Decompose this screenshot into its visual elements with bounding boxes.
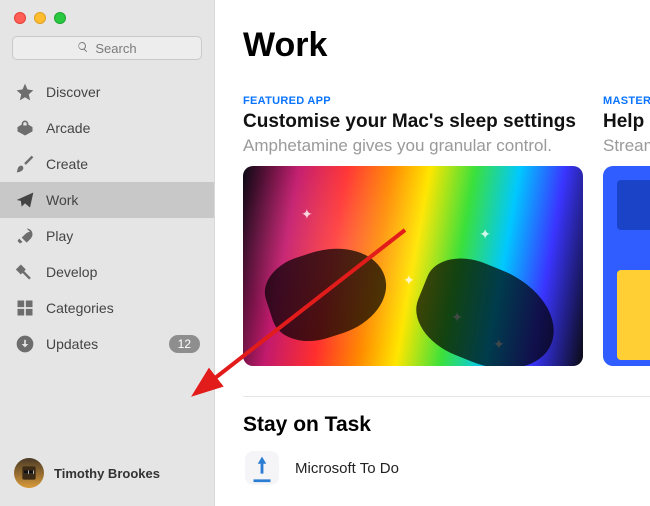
minimize-window-button[interactable] [34, 12, 46, 24]
app-icon [243, 449, 281, 487]
download-icon [14, 334, 36, 354]
sidebar-item-updates[interactable]: Updates 12 [0, 326, 214, 362]
featured-card[interactable]: FEATURED APP Customise your Mac's sleep … [243, 95, 583, 366]
search-icon [77, 41, 89, 56]
featured-cards: FEATURED APP Customise your Mac's sleep … [243, 95, 650, 366]
sidebar-item-work[interactable]: Work [0, 182, 214, 218]
card-artwork: ✦ ✦ ✦ ✦ ✦ [243, 166, 583, 366]
sidebar: Search Discover Arcade Create [0, 0, 215, 506]
updates-badge: 12 [169, 335, 200, 353]
sidebar-item-create[interactable]: Create [0, 146, 214, 182]
sidebar-item-categories[interactable]: Categories [0, 290, 214, 326]
sidebar-item-discover[interactable]: Discover [0, 74, 214, 110]
sparkle-icon: ✦ [301, 206, 313, 223]
sidebar-item-label: Updates [46, 336, 159, 352]
card-headline: Customise your Mac's sleep settings [243, 111, 583, 133]
card-eyebrow: MASTER YO [603, 95, 650, 107]
sidebar-item-develop[interactable]: Develop [0, 254, 214, 290]
close-window-button[interactable] [14, 12, 26, 24]
card-artwork [603, 166, 650, 366]
sidebar-item-label: Create [46, 156, 200, 172]
sidebar-item-label: Discover [46, 84, 200, 100]
sparkle-icon: ✦ [403, 272, 415, 289]
featured-card[interactable]: MASTER YO Help Ma Streamli [603, 95, 650, 366]
app-window: Search Discover Arcade Create [0, 0, 650, 506]
hammer-icon [14, 262, 36, 282]
app-name: Microsoft To Do [295, 460, 399, 477]
user-name: Timothy Brookes [54, 466, 160, 481]
sparkle-icon: ✦ [493, 336, 505, 353]
main-content: Work FEATURED APP Customise your Mac's s… [215, 0, 650, 506]
page-title: Work [243, 26, 650, 65]
arcade-icon [14, 118, 36, 138]
search-wrap: Search [0, 32, 214, 70]
maximize-window-button[interactable] [54, 12, 66, 24]
sidebar-item-label: Work [46, 192, 200, 208]
sidebar-item-label: Play [46, 228, 200, 244]
section-divider [243, 396, 650, 397]
sidebar-item-label: Categories [46, 300, 200, 316]
sidebar-nav: Discover Arcade Create Work [0, 70, 214, 458]
sidebar-item-label: Arcade [46, 120, 200, 136]
grid-icon [14, 298, 36, 318]
avatar [14, 458, 44, 488]
sidebar-item-label: Develop [46, 264, 200, 280]
search-placeholder: Search [95, 41, 136, 56]
card-subhead: Streamli [603, 136, 650, 156]
window-controls [0, 0, 214, 32]
sidebar-item-play[interactable]: Play [0, 218, 214, 254]
brush-icon [14, 154, 36, 174]
app-list-item[interactable]: Microsoft To Do [243, 449, 650, 487]
rocket-icon [14, 226, 36, 246]
card-eyebrow: FEATURED APP [243, 95, 583, 107]
user-account[interactable]: Timothy Brookes [0, 458, 214, 506]
sidebar-item-arcade[interactable]: Arcade [0, 110, 214, 146]
card-subhead: Amphetamine gives you granular control. [243, 136, 583, 156]
star-icon [14, 82, 36, 102]
sparkle-icon: ✦ [451, 309, 463, 326]
sparkle-icon: ✦ [479, 226, 491, 243]
section-title: Stay on Task [243, 413, 650, 437]
search-input[interactable]: Search [12, 36, 202, 60]
card-headline: Help Ma [603, 111, 650, 133]
paperplane-icon [14, 190, 36, 210]
